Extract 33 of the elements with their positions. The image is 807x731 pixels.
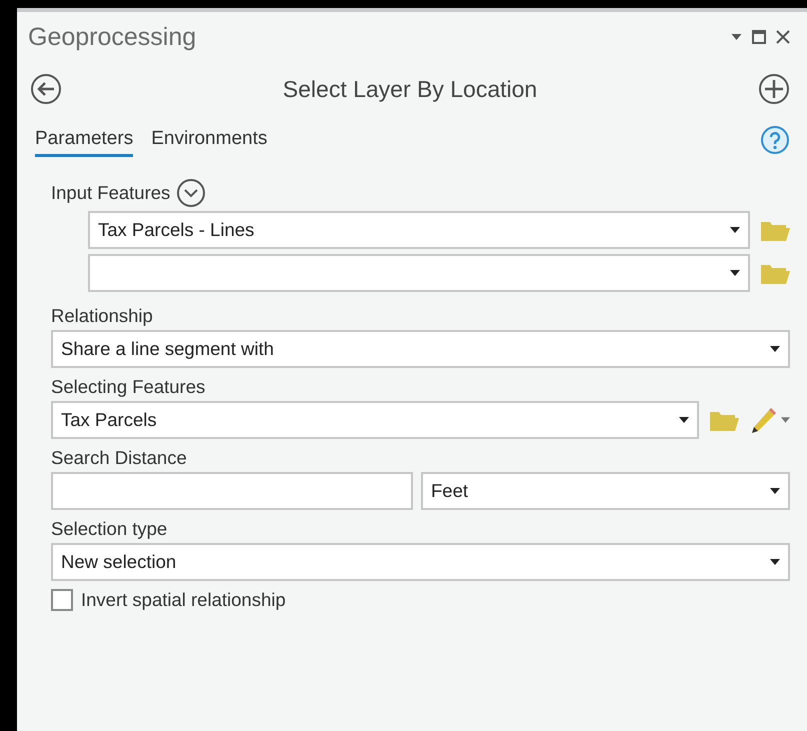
field-label: Selecting Features [51, 376, 206, 398]
dropdown-arrow-icon [770, 346, 780, 352]
dropdown-arrow-icon [730, 270, 740, 276]
distance-input[interactable] [51, 472, 413, 510]
close-icon[interactable] [776, 30, 790, 44]
dropdown-arrow-icon [679, 417, 689, 423]
tab[interactable]: Parameters [35, 124, 134, 156]
dropdown-field[interactable]: Share a line segment with [51, 330, 790, 368]
dropdown-field[interactable]: Tax Parcels [51, 401, 699, 439]
pane-title: Geoprocessing [28, 22, 198, 52]
tab[interactable]: Environments [151, 124, 268, 156]
dropdown-arrow-icon[interactable] [731, 34, 742, 40]
dropdown-arrow-icon[interactable] [781, 417, 790, 423]
pencil-icon[interactable] [749, 405, 779, 435]
dropdown-arrow-icon [730, 227, 740, 233]
add-icon[interactable] [758, 73, 790, 105]
field-label: Search Distance [51, 447, 188, 469]
field-label: Selection type [51, 518, 168, 540]
dropdown-field[interactable] [88, 254, 750, 292]
dropdown-arrow-icon [770, 559, 780, 565]
field-label: Input Features [51, 182, 170, 204]
sketch-tool[interactable] [749, 405, 790, 435]
dropdown-field[interactable]: Tax Parcels - Lines [88, 211, 750, 249]
dropdown-arrow-icon [770, 488, 780, 494]
field-label: Relationship [51, 305, 154, 327]
checkbox-option[interactable]: Invert spatial relationship [51, 589, 790, 611]
chevron-down-circle-icon[interactable] [176, 178, 206, 208]
tool-title: Select Layer By Location [282, 76, 538, 102]
dropdown-field[interactable]: New selection [51, 543, 790, 581]
unit-dropdown[interactable]: Feet [421, 472, 790, 510]
help-icon[interactable] [760, 125, 790, 155]
checkbox[interactable] [51, 589, 73, 611]
maximize-icon[interactable] [752, 30, 766, 44]
